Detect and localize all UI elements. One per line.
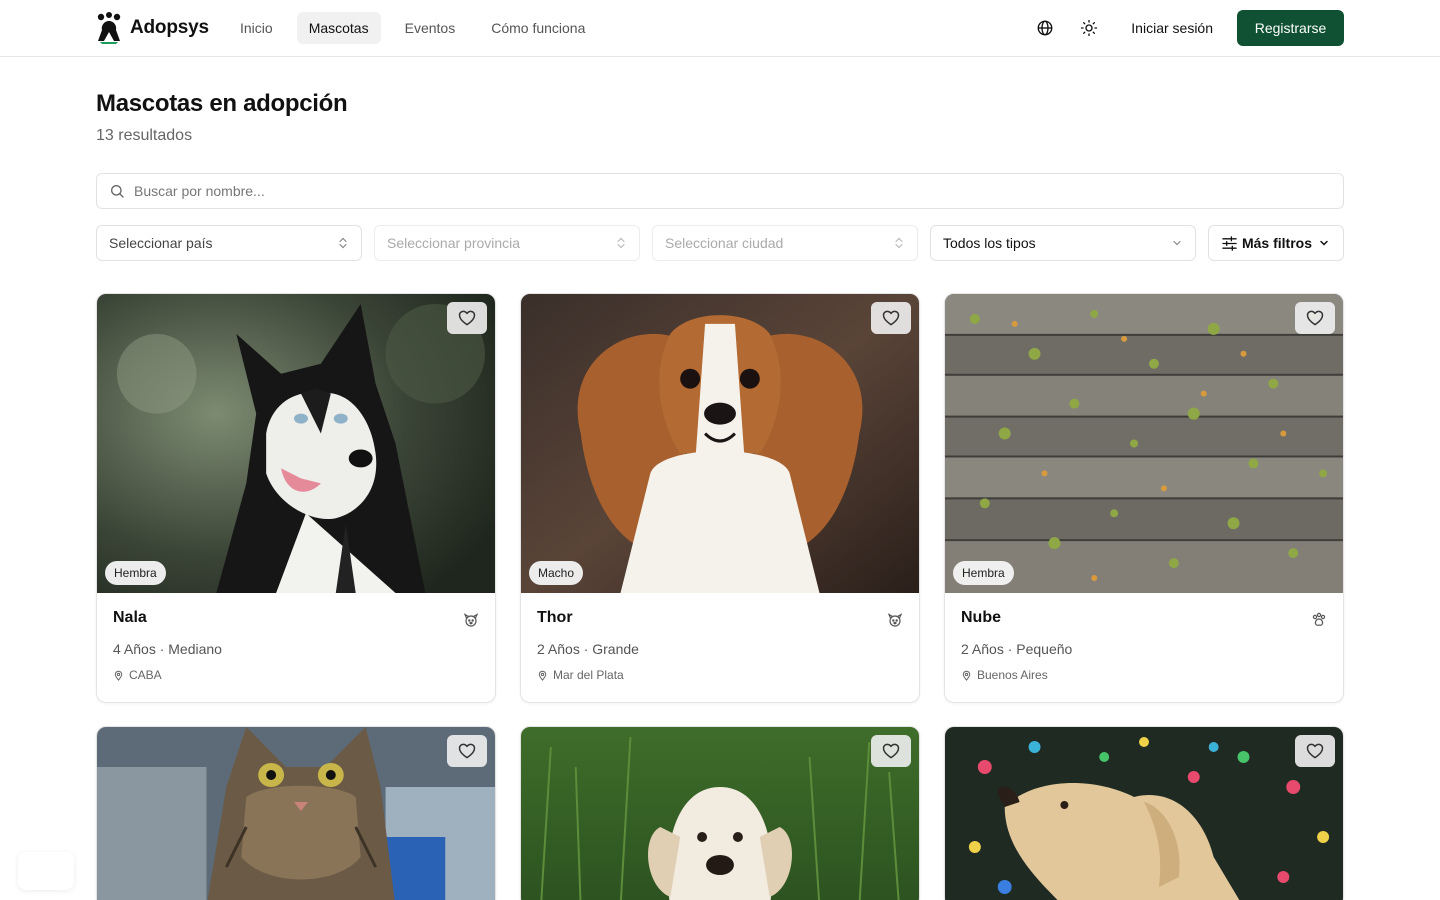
pet-location: Buenos Aires <box>961 668 1327 682</box>
pet-meta: 2 Años · Grande <box>537 641 639 657</box>
pet-card-cat[interactable] <box>96 726 496 900</box>
pet-photo[interactable]: Macho <box>521 294 919 593</box>
pet-meta: 2 Años · Pequeño <box>961 641 1073 657</box>
header-actions: Iniciar sesión Registrarse <box>1029 10 1344 46</box>
globe-icon <box>1037 20 1053 36</box>
pet-card-retriever[interactable] <box>520 726 920 900</box>
heart-icon <box>882 310 900 326</box>
retriever-lights-photo <box>945 727 1343 900</box>
dog-icon <box>463 613 479 627</box>
pet-location-text: CABA <box>129 668 162 682</box>
chevron-up-down-icon <box>339 237 347 249</box>
pet-card-thor[interactable]: Macho Thor 2 Años · Grande Mar del Plata <box>520 293 920 703</box>
pet-card-nube[interactable]: Hembra Nube 2 Años · Pequeño Buenos Aire… <box>944 293 1344 703</box>
province-select-value: Seleccionar provincia <box>387 235 521 251</box>
chevron-up-down-icon <box>617 237 625 249</box>
sex-badge: Hembra <box>953 561 1014 585</box>
pet-name: Nube <box>961 609 1001 626</box>
search-box <box>96 173 1344 209</box>
register-button[interactable]: Registrarse <box>1237 10 1344 46</box>
map-pin-icon <box>538 670 547 681</box>
retriever-grass-photo <box>521 727 919 900</box>
nav-item-eventos[interactable]: Eventos <box>393 12 468 44</box>
nav-item-como-funciona[interactable]: Cómo funciona <box>479 12 597 44</box>
husky-photo <box>97 294 495 593</box>
pet-card-retriever-lights[interactable] <box>944 726 1344 900</box>
favorite-button[interactable] <box>447 735 487 767</box>
map-pin-icon <box>114 670 123 681</box>
chevron-up-down-icon <box>895 237 903 249</box>
pet-name: Nala <box>113 609 147 626</box>
paw-logo-icon <box>97 12 121 44</box>
result-count: 13 resultados <box>96 127 193 144</box>
favorite-button[interactable] <box>447 302 487 334</box>
more-filters-label: Más filtros <box>1241 235 1312 251</box>
city-select[interactable]: Seleccionar ciudad <box>652 225 918 261</box>
brand-name: Adopsys <box>130 17 209 38</box>
login-button[interactable]: Iniciar sesión <box>1119 10 1225 46</box>
province-select[interactable]: Seleccionar provincia <box>374 225 640 261</box>
favorite-button[interactable] <box>1295 302 1335 334</box>
top-navbar: Adopsys Inicio Mascotas Eventos Cómo fun… <box>0 0 1440 57</box>
pet-photo[interactable] <box>97 727 495 900</box>
dog-icon <box>887 613 903 627</box>
pet-location: CABA <box>113 668 479 682</box>
pet-location-text: Mar del Plata <box>553 668 624 682</box>
pet-photo[interactable] <box>521 727 919 900</box>
nav-item-mascotas[interactable]: Mascotas <box>296 12 381 44</box>
spaniel-photo <box>521 294 919 593</box>
theme-toggle-button[interactable] <box>1073 12 1105 44</box>
pet-name: Thor <box>537 609 573 626</box>
pet-card-body: Thor 2 Años · Grande Mar del Plata <box>521 593 919 702</box>
sliders-icon <box>1222 235 1237 251</box>
favorite-button[interactable] <box>871 302 911 334</box>
map-pin-icon <box>962 670 971 681</box>
heart-icon <box>1306 743 1324 759</box>
pet-location-text: Buenos Aires <box>977 668 1048 682</box>
pet-card-body: Nube 2 Años · Pequeño Buenos Aires <box>945 593 1343 702</box>
paw-icon <box>1312 612 1326 626</box>
more-filters-button[interactable]: Más filtros <box>1208 225 1344 261</box>
sex-badge: Macho <box>529 561 584 585</box>
type-select[interactable]: Todos los tipos <box>930 225 1196 261</box>
sun-icon <box>1081 19 1098 37</box>
brand-logo[interactable]: Adopsys <box>96 12 209 44</box>
heart-icon <box>882 743 900 759</box>
favorite-button[interactable] <box>1295 735 1335 767</box>
chevron-down-icon <box>1173 240 1181 246</box>
chevron-down-icon <box>1320 240 1328 246</box>
type-select-value: Todos los tipos <box>943 235 1036 251</box>
search-input[interactable] <box>134 183 1314 199</box>
floating-widget[interactable] <box>18 852 74 890</box>
filter-bar: Seleccionar país Seleccionar provincia S… <box>96 225 1344 261</box>
wood-leaves-photo <box>945 294 1343 593</box>
main-nav: Inicio Mascotas Eventos Cómo funciona <box>228 12 609 44</box>
page-title: Mascotas en adopción <box>96 90 348 117</box>
heart-icon <box>1306 310 1324 326</box>
country-select[interactable]: Seleccionar país <box>96 225 362 261</box>
search-icon <box>111 185 124 198</box>
pet-location: Mar del Plata <box>537 668 903 682</box>
country-select-value: Seleccionar país <box>109 235 213 251</box>
heart-icon <box>458 310 476 326</box>
city-select-value: Seleccionar ciudad <box>665 235 784 251</box>
pet-photo[interactable]: Hembra <box>97 294 495 593</box>
pet-photo[interactable] <box>945 727 1343 900</box>
cat-photo <box>97 727 495 900</box>
favorite-button[interactable] <box>871 735 911 767</box>
pet-card-nala[interactable]: Hembra Nala 4 Años · Mediano CABA <box>96 293 496 703</box>
nav-item-inicio[interactable]: Inicio <box>228 12 285 44</box>
pet-photo[interactable]: Hembra <box>945 294 1343 593</box>
language-button[interactable] <box>1029 12 1061 44</box>
heart-icon <box>458 743 476 759</box>
sex-badge: Hembra <box>105 561 166 585</box>
pet-card-body: Nala 4 Años · Mediano CABA <box>97 593 495 702</box>
pet-meta: 4 Años · Mediano <box>113 641 222 657</box>
